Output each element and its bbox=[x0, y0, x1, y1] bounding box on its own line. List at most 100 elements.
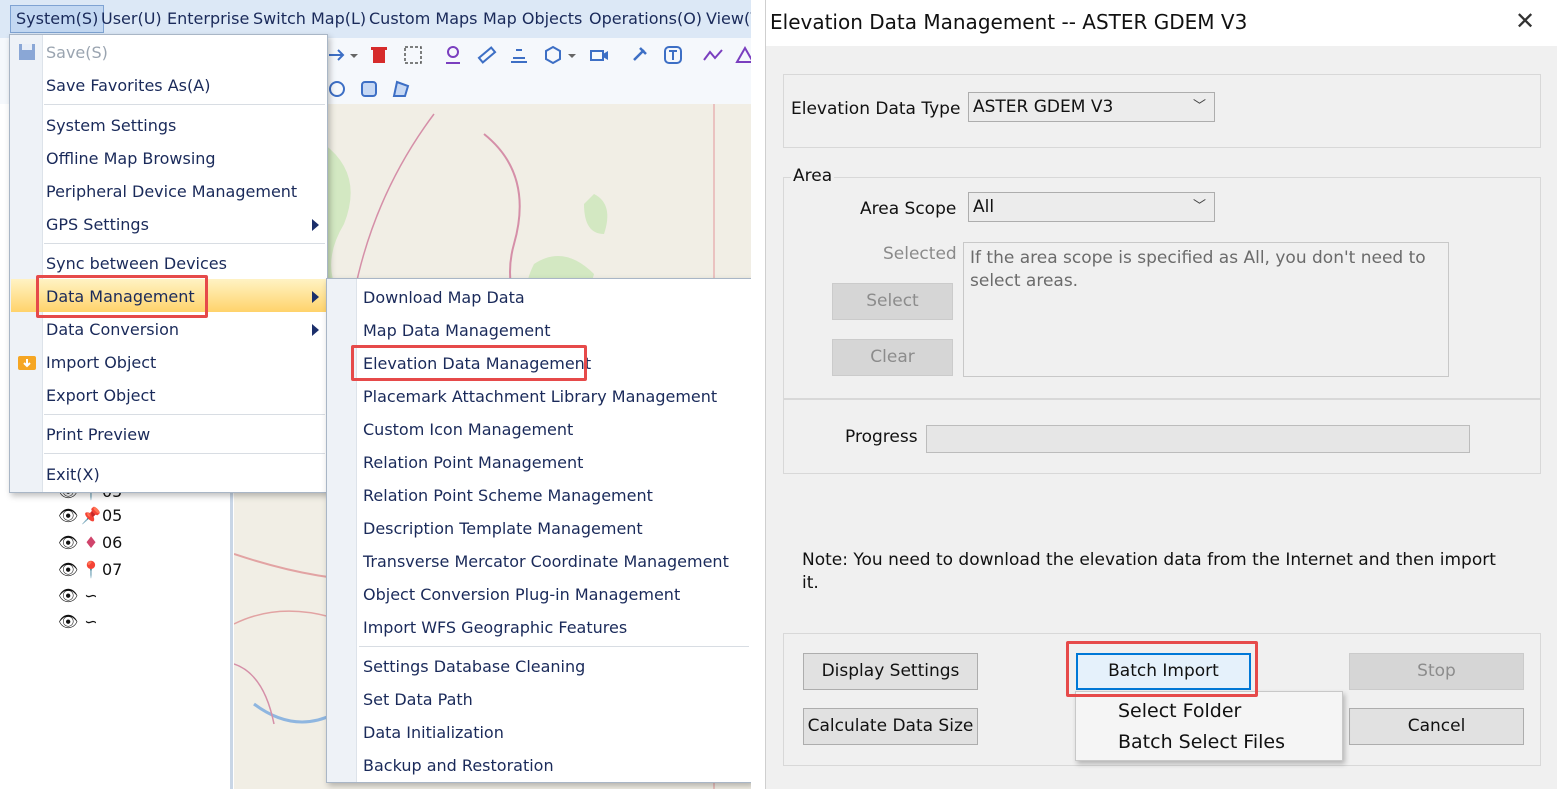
elevation-type-select[interactable]: ASTER GDEM V3 ﹀ bbox=[968, 92, 1215, 122]
system-menu: Save(S) Save Favorites As(A) System Sett… bbox=[9, 34, 328, 493]
visibility-eye-icon[interactable]: 👁 bbox=[58, 504, 80, 528]
polygon-shape-icon[interactable] bbox=[390, 78, 412, 100]
rectangle-shape-icon[interactable] bbox=[358, 78, 380, 100]
dropdown-arrow-icon[interactable] bbox=[348, 44, 360, 66]
menu-item-peripheral-device-management[interactable]: Peripheral Device Management bbox=[46, 177, 297, 207]
circle-shape-icon[interactable] bbox=[326, 78, 348, 100]
menu-item-print-preview[interactable]: Print Preview bbox=[46, 420, 150, 450]
area-scope-label: Area Scope bbox=[860, 199, 957, 219]
menu-separator bbox=[44, 414, 325, 415]
menu-operations[interactable]: Operations(O) bbox=[584, 6, 707, 32]
stop-button[interactable]: Stop bbox=[1349, 653, 1524, 690]
polyline-icon[interactable] bbox=[702, 44, 724, 66]
redo-arrow-icon[interactable] bbox=[326, 44, 348, 66]
red-diamond-pin-icon: ♦ bbox=[83, 533, 99, 552]
text-tool-icon[interactable] bbox=[662, 44, 684, 66]
area-measure-icon[interactable] bbox=[508, 44, 530, 66]
import-folder-icon bbox=[18, 356, 36, 370]
menu-item-settings-database-cleaning[interactable]: Settings Database Cleaning bbox=[363, 652, 585, 682]
cancel-button[interactable]: Cancel bbox=[1349, 708, 1524, 745]
selected-areas-box[interactable]: If the area scope is specified as All, y… bbox=[963, 242, 1449, 377]
polygon-icon[interactable] bbox=[734, 44, 751, 66]
tree-row[interactable]: 👁 📌05 bbox=[58, 504, 122, 528]
menu-separator bbox=[44, 453, 325, 454]
area-scope-value: All bbox=[973, 197, 995, 217]
select-rectangle-icon[interactable] bbox=[402, 44, 424, 66]
menu-item-map-data-management[interactable]: Map Data Management bbox=[363, 316, 551, 346]
area-scope-select[interactable]: All ﹀ bbox=[968, 192, 1215, 222]
menu-item-backup-and-restoration[interactable]: Backup and Restoration bbox=[363, 751, 554, 781]
menu-custom-maps[interactable]: Custom Maps bbox=[364, 6, 482, 32]
menu-item-save-favorites-as[interactable]: Save Favorites As(A) bbox=[46, 71, 210, 101]
menu-item-set-data-path[interactable]: Set Data Path bbox=[363, 685, 473, 715]
selected-label: Selected bbox=[883, 244, 957, 264]
visibility-eye-icon[interactable]: 👁 bbox=[58, 531, 80, 555]
highlight-box-data-management bbox=[36, 275, 208, 318]
menu-item-relation-point-management[interactable]: Relation Point Management bbox=[363, 448, 583, 478]
menu-switch-map[interactable]: Switch Map(L) bbox=[248, 6, 371, 32]
menu-view[interactable]: View(V bbox=[701, 6, 751, 32]
chevron-down-icon: ﹀ bbox=[1192, 199, 1206, 214]
yellow-pushpin-icon: 📌 bbox=[81, 506, 101, 525]
red-pin-icon: 📍 bbox=[81, 560, 101, 579]
select-button[interactable]: Select bbox=[832, 283, 953, 320]
highlight-box-elevation-data-management bbox=[351, 345, 587, 381]
menu-item-data-conversion[interactable]: Data Conversion bbox=[46, 315, 179, 345]
menu-item-system-settings[interactable]: System Settings bbox=[46, 111, 176, 141]
dropdown-arrow-icon[interactable] bbox=[566, 44, 578, 66]
menu-item-import-object[interactable]: Import Object bbox=[46, 348, 156, 378]
menu-item-placemark-attachment-library[interactable]: Placemark Attachment Library Management bbox=[363, 382, 717, 412]
menu-item-data-initialization[interactable]: Data Initialization bbox=[363, 718, 504, 748]
highlight-box-batch-import bbox=[1066, 641, 1258, 697]
menu-enterprise[interactable]: Enterprise bbox=[162, 6, 254, 32]
pin-tool-icon[interactable] bbox=[628, 44, 650, 66]
dialog-titlebar: Elevation Data Management -- ASTER GDEM … bbox=[766, 0, 1557, 46]
batch-import-menu: Select Folder Batch Select Files bbox=[1075, 691, 1343, 761]
menu-item-import-wfs[interactable]: Import WFS Geographic Features bbox=[363, 613, 627, 643]
menu-item-relation-point-scheme[interactable]: Relation Point Scheme Management bbox=[363, 481, 653, 511]
menu-icon-gutter bbox=[10, 35, 43, 492]
menu-user[interactable]: User(U) bbox=[96, 6, 167, 32]
cube-icon[interactable] bbox=[542, 44, 564, 66]
menu-item-exit[interactable]: Exit(X) bbox=[46, 460, 100, 490]
note-text: Note: You need to download the elevation… bbox=[802, 550, 1496, 593]
tree-row[interactable]: 👁 ∽ bbox=[58, 584, 102, 608]
placemark-icon[interactable] bbox=[442, 44, 464, 66]
visibility-eye-icon[interactable]: 👁 bbox=[58, 584, 80, 608]
delete-icon[interactable] bbox=[368, 44, 390, 66]
tree-row[interactable]: 👁 ♦ 06 bbox=[58, 531, 122, 555]
menu-map-objects[interactable]: Map Objects bbox=[478, 6, 587, 32]
menu-separator bbox=[359, 646, 749, 647]
visibility-eye-icon[interactable]: 👁 bbox=[58, 610, 80, 634]
display-settings-button[interactable]: Display Settings bbox=[803, 653, 978, 690]
submenu-arrow-icon bbox=[312, 291, 319, 303]
menu-system[interactable]: System(S) bbox=[10, 5, 105, 33]
calculate-data-size-button[interactable]: Calculate Data Size bbox=[803, 708, 978, 745]
menu-item-offline-map-browsing[interactable]: Offline Map Browsing bbox=[46, 144, 216, 174]
menu-item-transverse-mercator[interactable]: Transverse Mercator Coordinate Managemen… bbox=[363, 547, 729, 577]
dialog-title: Elevation Data Management -- ASTER GDEM … bbox=[770, 10, 1248, 34]
close-icon[interactable]: ✕ bbox=[1512, 8, 1538, 34]
menu-item-select-folder[interactable]: Select Folder bbox=[1118, 700, 1241, 722]
menu-item-gps-settings[interactable]: GPS Settings bbox=[46, 210, 149, 240]
menu-item-export-object[interactable]: Export Object bbox=[46, 381, 156, 411]
menu-item-batch-select-files[interactable]: Batch Select Files bbox=[1118, 731, 1285, 753]
ruler-icon[interactable] bbox=[476, 44, 498, 66]
menu-item-save: Save(S) bbox=[46, 43, 108, 62]
chevron-down-icon: ﹀ bbox=[1192, 99, 1206, 114]
menu-item-download-map-data[interactable]: Download Map Data bbox=[363, 283, 525, 313]
menu-bar: System(S) User(U) Enterprise Switch Map(… bbox=[0, 0, 751, 38]
clear-button[interactable]: Clear bbox=[832, 339, 953, 376]
tree-row[interactable]: 👁 📍07 bbox=[58, 558, 122, 582]
elevation-type-value: ASTER GDEM V3 bbox=[973, 97, 1114, 117]
visibility-eye-icon[interactable]: 👁 bbox=[58, 558, 80, 582]
camera-icon[interactable] bbox=[588, 44, 610, 66]
map-application: System(S) User(U) Enterprise Switch Map(… bbox=[0, 0, 751, 789]
menu-item-object-conversion-plugin[interactable]: Object Conversion Plug-in Management bbox=[363, 580, 680, 610]
progress-bar bbox=[926, 425, 1470, 453]
menu-item-custom-icon-management[interactable]: Custom Icon Management bbox=[363, 415, 573, 445]
route-icon: ∽ bbox=[84, 612, 98, 631]
menu-item-description-template[interactable]: Description Template Management bbox=[363, 514, 643, 544]
submenu-arrow-icon bbox=[312, 324, 319, 336]
tree-row[interactable]: 👁 ∽ bbox=[58, 610, 102, 634]
